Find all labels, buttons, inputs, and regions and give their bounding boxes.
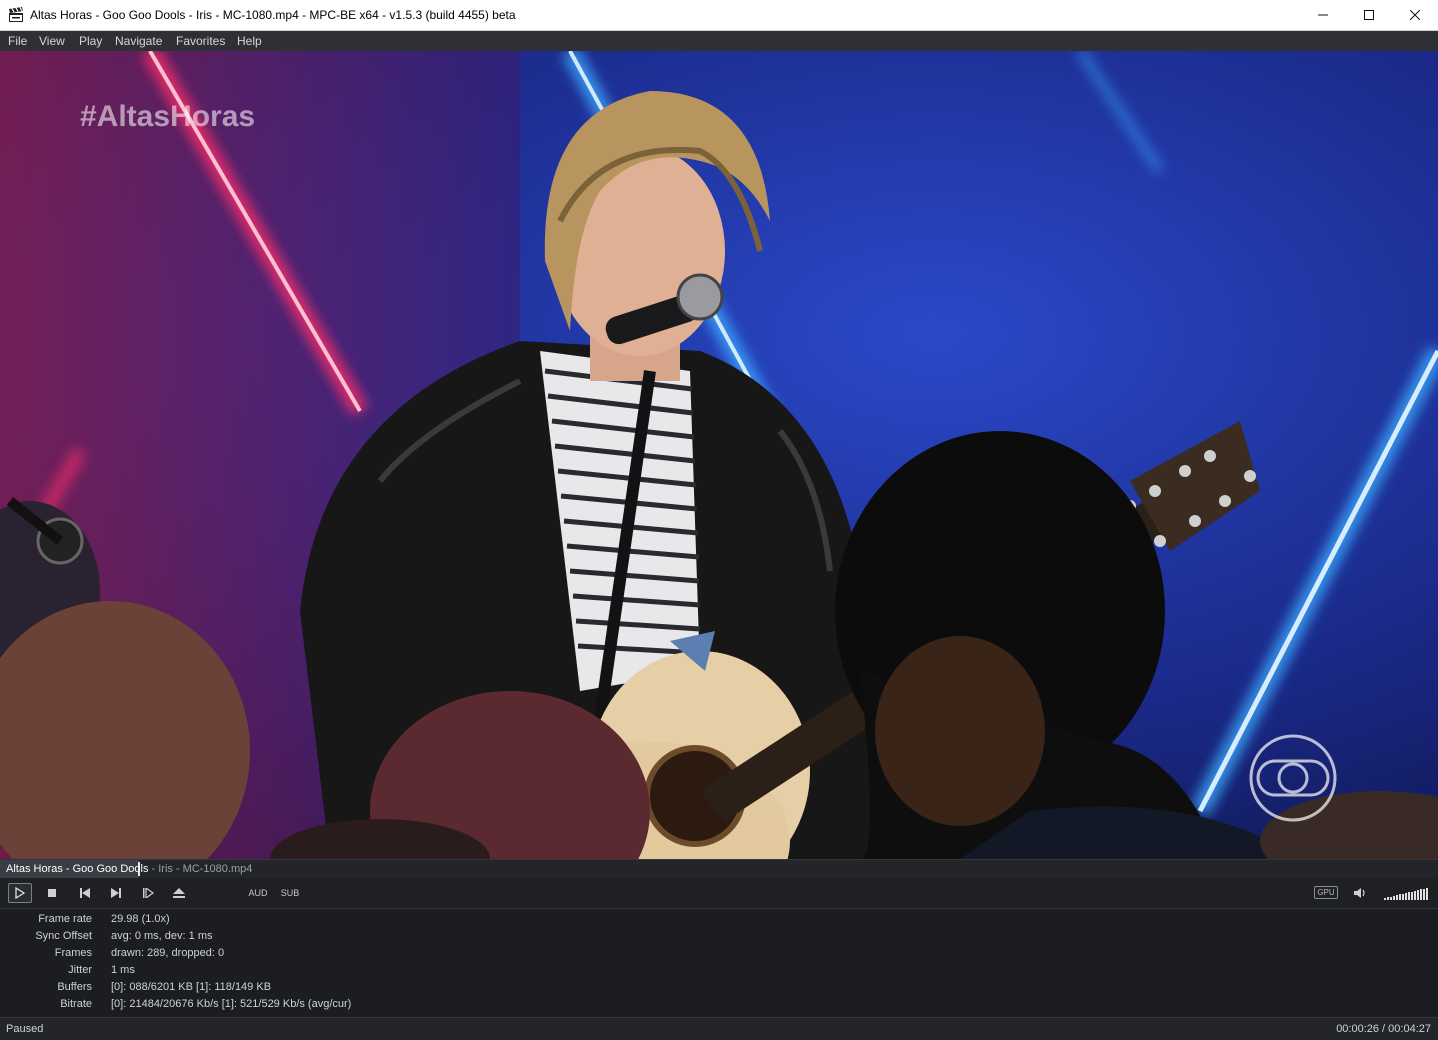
minimize-button[interactable] [1300, 0, 1346, 30]
menu-help[interactable]: Help [237, 34, 262, 48]
stat-value-bitrate: [0]: 21484/20676 Kb/s [1]: 521/529 Kb/s … [111, 998, 352, 1010]
subtitle-button[interactable]: SUB [279, 884, 301, 902]
eject-icon [173, 887, 185, 898]
frame-step-button[interactable] [140, 884, 156, 902]
volume-bar [1414, 891, 1416, 900]
maximize-button[interactable] [1346, 0, 1392, 30]
volume-bar [1402, 894, 1404, 900]
stat-label-jitter: Jitter [68, 964, 92, 976]
stat-value-frames: drawn: 289, dropped: 0 [111, 947, 225, 959]
volume-bar [1384, 898, 1386, 900]
playback-toolbar: AUD SUB GPU [0, 878, 1438, 909]
play-icon [15, 887, 25, 899]
volume-bar [1405, 893, 1407, 900]
stat-value-jitter: 1 ms [111, 964, 135, 976]
menu-file[interactable]: File [8, 34, 27, 48]
skip-forward-icon [111, 888, 121, 898]
next-button[interactable] [108, 884, 124, 902]
volume-bar [1390, 897, 1392, 900]
menu-play[interactable]: Play [79, 34, 102, 48]
volume-bar [1408, 892, 1410, 900]
mute-button[interactable] [1352, 884, 1368, 902]
volume-bar [1396, 895, 1398, 900]
stat-label-frame-rate: Frame rate [38, 913, 92, 925]
skip-back-icon [80, 888, 90, 898]
stat-value-buffers: [0]: 088/6201 KB [1]: 118/149 KB [111, 981, 272, 993]
maximize-icon [1364, 10, 1374, 20]
close-icon [1410, 10, 1420, 20]
menu-favorites[interactable]: Favorites [176, 34, 225, 48]
statistics-panel: Frame rate 29.98 (1.0x) Sync Offset avg:… [0, 909, 1438, 1017]
stat-label-buffers: Buffers [57, 981, 92, 993]
audio-track-button[interactable]: AUD [247, 884, 269, 902]
time-display[interactable]: 00:00:26 / 00:04:27 [1336, 1023, 1431, 1035]
eject-button[interactable] [171, 884, 187, 902]
frame-step-icon [143, 888, 154, 898]
window-title: Altas Horas - Goo Goo Dools - Iris - MC-… [30, 8, 516, 22]
volume-bar [1426, 888, 1428, 900]
volume-bar [1417, 890, 1419, 900]
menu-navigate[interactable]: Navigate [115, 34, 162, 48]
gpu-badge: GPU [1314, 886, 1338, 899]
menu-bar: File View Play Navigate Favorites Help [0, 31, 1438, 51]
hashtag-watermark: #AltasHoras [80, 100, 255, 133]
stop-button[interactable] [44, 884, 60, 902]
volume-bar [1423, 889, 1425, 900]
menu-view[interactable]: View [39, 34, 65, 48]
volume-bar [1411, 892, 1413, 900]
stat-label-sync-offset: Sync Offset [35, 930, 92, 942]
video-image: #AltasHoras [0, 51, 1438, 859]
stat-label-frames: Frames [54, 947, 92, 959]
now-playing-rest: - Iris - MC-1080.mp4 [148, 863, 253, 875]
close-button[interactable] [1392, 0, 1438, 30]
stop-icon [48, 889, 56, 897]
volume-bar [1420, 889, 1422, 900]
now-playing-title: Altas Horas - Goo Goo Dools - Iris - MC-… [6, 863, 252, 875]
clapperboard-icon [9, 7, 23, 22]
stat-value-frame-rate: 29.98 (1.0x) [111, 913, 170, 925]
previous-button[interactable] [77, 884, 93, 902]
volume-bar [1393, 896, 1395, 900]
seek-bar[interactable]: Altas Horas - Goo Goo Dools - Iris - MC-… [0, 859, 1438, 878]
stat-value-sync-offset: avg: 0 ms, dev: 1 ms [111, 930, 213, 942]
volume-bar [1387, 897, 1389, 900]
playback-status: Paused [6, 1023, 44, 1035]
status-bar: Paused 00:00:26 / 00:04:27 [0, 1017, 1438, 1040]
now-playing-highlight: Altas Horas - Goo Goo Dools [6, 863, 149, 875]
volume-slider[interactable] [1384, 887, 1428, 901]
minimize-icon [1318, 14, 1328, 16]
title-bar: Altas Horas - Goo Goo Dools - Iris - MC-… [0, 0, 1438, 31]
volume-bar [1399, 894, 1401, 900]
stat-label-bitrate: Bitrate [60, 998, 92, 1010]
play-button[interactable] [8, 883, 32, 903]
speaker-icon [1354, 888, 1365, 898]
video-frame[interactable]: #AltasHoras [0, 51, 1438, 859]
